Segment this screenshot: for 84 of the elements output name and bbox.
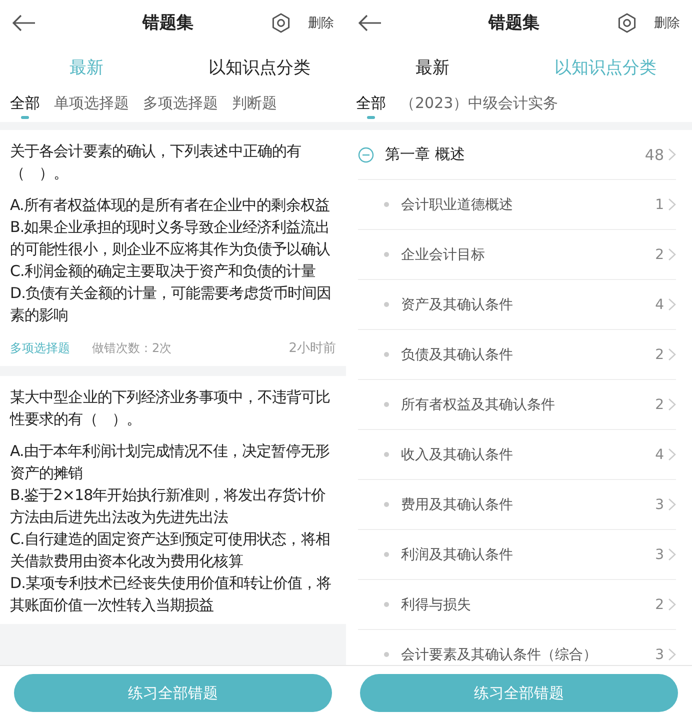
bullet-icon: [384, 402, 389, 407]
section-title: 负债及其确认条件: [401, 346, 514, 364]
filter-tab[interactable]: 判断题: [232, 90, 277, 119]
section-row[interactable]: 费用及其确认条件 3: [358, 480, 676, 530]
answer-option: B.鉴于2×18年开始执行新准则，将发出存货计价方法由后进先出法改为先进先出法: [10, 484, 336, 528]
section-row[interactable]: 利得与损失 2: [358, 580, 676, 630]
section-title: 收入及其确认条件: [401, 446, 514, 464]
settings-icon[interactable]: [616, 12, 638, 34]
bullet-icon: [384, 552, 389, 557]
back-button[interactable]: [12, 14, 36, 32]
section-title: 会计要素及其确认条件（综合）: [401, 646, 598, 664]
chevron-right-icon: [668, 498, 676, 511]
count: 2: [655, 596, 664, 612]
bullet-icon: [384, 352, 389, 357]
question-card[interactable]: 某大中型企业的下列经济业务事项中，不违背可比性要求的有（ ）。 A.由于本年利润计划完成情况不佳，决定暂停无形资产的摊销 B.鉴于2×18年开始执行新准则，将发出存货计价方法由后进先出法改为先进先出法 C.自行建造的固定资产达到预定可使用状态，将相关借款费用由资本化改为费用化核算 D.某项专利技术已经丧失使用价值和转让价值，将其账面价值一次性转入当期损益: [0, 376, 346, 624]
section-title: 费用及其确认条件: [401, 496, 514, 514]
section-row[interactable]: 资产及其确认条件 4: [358, 280, 676, 330]
chevron-right-icon: [668, 598, 676, 611]
wrong-count: 做错次数：2次: [92, 340, 172, 356]
chevron-right-icon: [668, 398, 676, 411]
chapter-row[interactable]: 第一章 概述 48: [358, 130, 676, 180]
section-row[interactable]: 利润及其确认条件 3: [358, 530, 676, 580]
chevron-right-icon: [668, 198, 676, 211]
answer-option: B.如果企业承担的现时义务导致企业经济利益流出的可能性很小，则企业不应将其作为负债予以确认: [10, 216, 336, 260]
screen-title: 错题集: [487, 12, 540, 34]
bullet-icon: [384, 252, 389, 257]
count: 2: [655, 396, 664, 412]
bullet-icon: [384, 202, 389, 207]
answer-option: D.负债有关金额的计量，可能需要考虑货币时间因素的影响: [10, 282, 336, 326]
section-title: 企业会计目标: [401, 246, 486, 264]
section-row[interactable]: 会计职业道德概述 1: [358, 180, 676, 230]
filter-tab[interactable]: 多项选择题: [143, 90, 218, 119]
filter-tab[interactable]: 全部: [356, 90, 386, 119]
chevron-right-icon: [668, 298, 676, 311]
bullet-icon: [384, 652, 389, 657]
question-stem: 关于各会计要素的确认，下列表述中正确的有（ ）。: [10, 141, 302, 184]
bullet-icon: [384, 502, 389, 507]
answer-option: D.某项专利技术已经丧失使用价值和转让价值，将其账面价值一次性转入当期损益: [10, 572, 336, 616]
section-row[interactable]: 负债及其确认条件 2: [358, 330, 676, 380]
bullet-icon: [384, 602, 389, 607]
count: 3: [655, 496, 664, 512]
filter-tab[interactable]: 单项选择题: [54, 90, 129, 119]
chevron-right-icon: [668, 248, 676, 261]
question-type: 多项选择题: [10, 340, 70, 356]
answer-option: C.自行建造的固定资产达到预定可使用状态，将相关借款费用由资本化改为费用化核算: [10, 528, 336, 572]
answer-option: A.由于本年利润计划完成情况不佳，决定暂停无形资产的摊销: [10, 440, 336, 484]
count: 4: [655, 446, 664, 462]
count: 2: [655, 246, 664, 262]
section-row[interactable]: 所有者权益及其确认条件 2: [358, 380, 676, 430]
view-tab[interactable]: 最新: [346, 56, 519, 79]
section-title: 资产及其确认条件: [401, 296, 514, 314]
section-row[interactable]: 企业会计目标 2: [358, 230, 676, 280]
section-title: 所有者权益及其确认条件: [401, 396, 556, 414]
screen-title: 错题集: [141, 12, 194, 34]
time-ago: 2小时前: [288, 340, 336, 357]
section-title: 会计职业道德概述: [401, 196, 514, 214]
count: 3: [655, 646, 664, 662]
count: 1: [655, 196, 664, 212]
delete-button[interactable]: 删除: [654, 14, 680, 32]
section-title: 利得与损失: [401, 596, 472, 614]
settings-icon[interactable]: [270, 12, 292, 34]
back-button[interactable]: [358, 14, 382, 32]
chevron-right-icon: [668, 548, 676, 561]
count: 48: [644, 146, 664, 164]
answer-option: C.利润金额的确定主要取决于资产和负债的计量: [10, 260, 336, 282]
chevron-right-icon: [668, 148, 676, 161]
question-card[interactable]: 关于各会计要素的确认，下列表述中正确的有（ ）。 A.所有者权益体现的是所有者在企业中的剩余权益 B.如果企业承担的现时义务导致企业经济利益流出的可能性很小，则企业不应将其作为负债予以确认 C.利润金额的确定主要取决于资产和负债的计量 D.负债有关金额的计量，可能需要考虑货币时间因素的影响 多项选择题 做错次数：2次 2小时前: [0, 130, 346, 366]
count: 3: [655, 546, 664, 562]
section-row[interactable]: 收入及其确认条件 4: [358, 430, 676, 480]
count: 2: [655, 346, 664, 362]
filter-tab[interactable]: （2023）中级会计实务: [400, 90, 558, 119]
filter-tab[interactable]: 全部: [10, 90, 40, 119]
count: 4: [655, 296, 664, 312]
answer-option: A.所有者权益体现的是所有者在企业中的剩余权益: [10, 194, 336, 216]
bullet-icon: [384, 302, 389, 307]
question-stem: 某大中型企业的下列经济业务事项中，不违背可比性要求的有（ ）。: [10, 387, 332, 430]
bullet-icon: [384, 452, 389, 457]
chapter-title: 第一章 概述: [385, 145, 466, 164]
view-tab[interactable]: 以知识点分类: [173, 56, 346, 79]
chevron-right-icon: [668, 348, 676, 361]
section-title: 利润及其确认条件: [401, 546, 514, 564]
chevron-right-icon: [668, 448, 676, 461]
chevron-right-icon: [668, 648, 676, 661]
delete-button[interactable]: 删除: [308, 14, 334, 32]
